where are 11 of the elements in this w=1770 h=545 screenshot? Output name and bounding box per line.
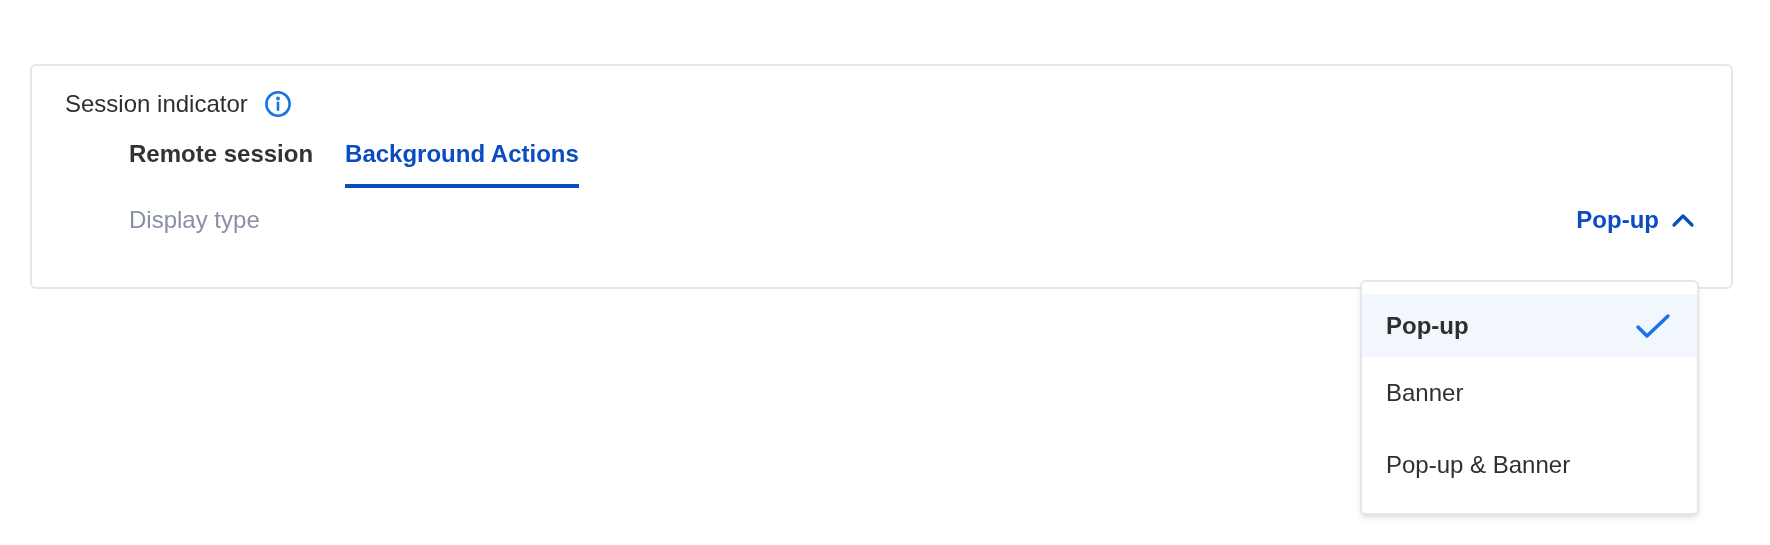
dropdown-button[interactable]: Pop-up (1576, 202, 1695, 238)
menu-item[interactable]: Banner (1362, 357, 1697, 429)
menu-item[interactable]: Pop-up & Banner (1362, 429, 1697, 501)
section-title: Session indicator (65, 89, 248, 119)
setting-label: Display type (129, 205, 260, 235)
chevron-icon (1671, 212, 1695, 228)
menu-item[interactable]: Pop-up (1362, 294, 1697, 357)
tab[interactable]: Background Actions (345, 136, 579, 188)
info-icon[interactable] (263, 90, 292, 118)
tab[interactable]: Remote session (129, 136, 314, 188)
check-icon (1635, 311, 1671, 340)
